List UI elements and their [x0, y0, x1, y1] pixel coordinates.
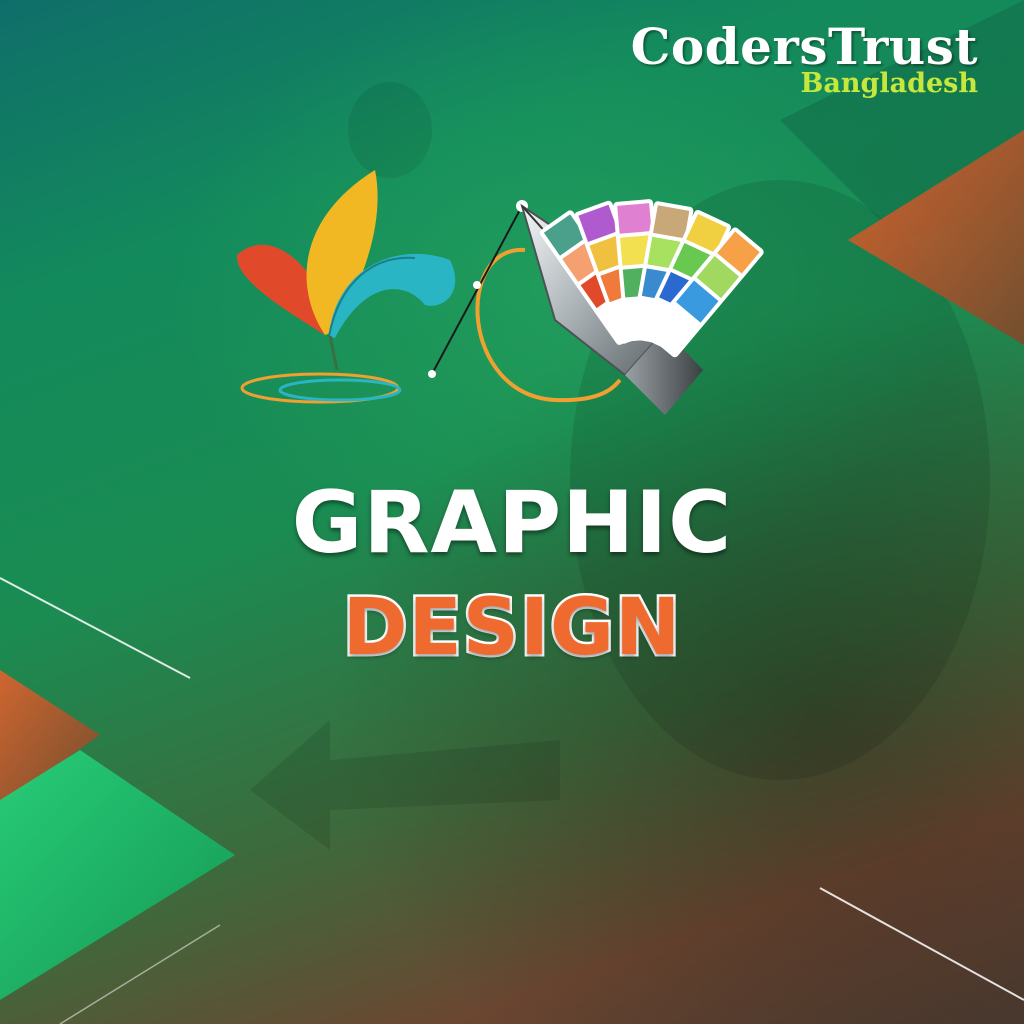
feather-icon: [236, 170, 456, 404]
headline-design: DESIGN: [340, 581, 683, 676]
green-triangle-left: [0, 750, 235, 1000]
headline-graphic: GRAPHIC: [291, 473, 733, 573]
accent-line-bottom-right: [819, 887, 1024, 1001]
design-illustration: [236, 170, 764, 415]
brand-logo: CodersTrust Bangladesh: [631, 20, 978, 98]
arrow-silhouette: [250, 720, 560, 850]
brand-name: CodersTrust: [630, 17, 978, 76]
